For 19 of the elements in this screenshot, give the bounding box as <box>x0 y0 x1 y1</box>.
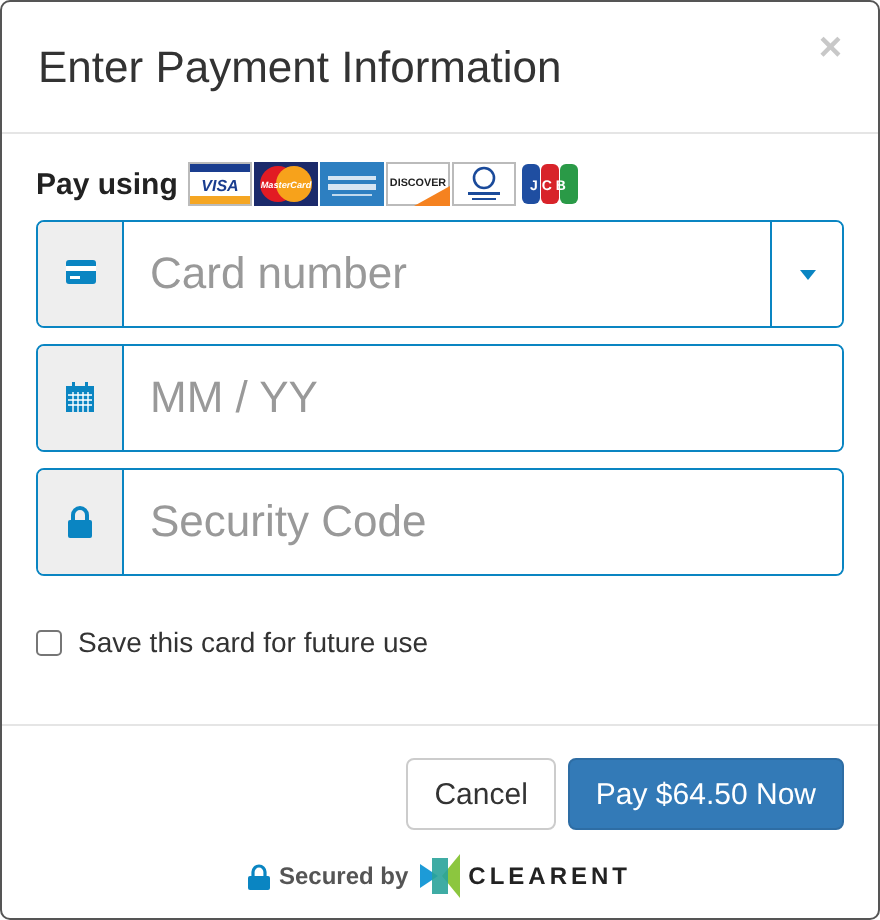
cancel-button[interactable]: Cancel <box>406 758 556 830</box>
lock-icon <box>66 506 94 538</box>
card-logo: VISA <box>187 162 252 206</box>
checkbox-label: Save this card for future use <box>78 626 429 658</box>
lock-icon <box>248 863 271 889</box>
brand-name: CLEARENT <box>468 862 632 890</box>
dialog-title: Enter Payment Information <box>38 41 562 93</box>
brand-logo-icon <box>420 854 461 898</box>
card-logo <box>319 162 384 206</box>
pay-button[interactable]: Pay $64.50 Now <box>567 758 844 830</box>
input-group[interactable]: Card number <box>36 220 844 328</box>
caret-icon <box>799 269 815 279</box>
calendar-icon <box>66 382 94 414</box>
credit-card-icon <box>65 258 95 290</box>
checkbox[interactable] <box>36 629 62 655</box>
secured-by-label: Secured by <box>278 862 409 890</box>
dropdown-button[interactable] <box>770 222 842 326</box>
pay-using-label: Pay using <box>36 167 178 201</box>
card-logo <box>451 162 516 206</box>
